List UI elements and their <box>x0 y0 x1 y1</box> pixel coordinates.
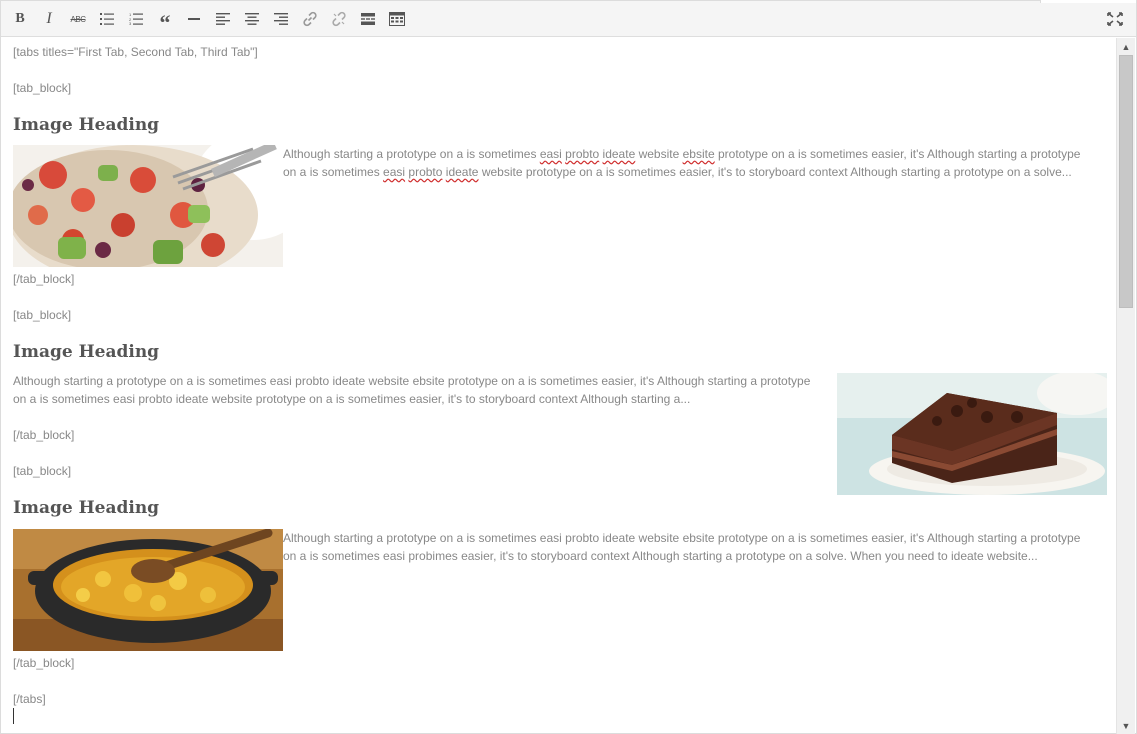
para2-line: on a is sometimes easi probto ideate web… <box>13 392 691 406</box>
insert-more-tag-button[interactable] <box>358 9 378 29</box>
spellcheck-word: probto <box>565 147 600 161</box>
spellcheck-word: ideate <box>445 165 479 179</box>
tab-paragraph-2: Although starting a prototype on a is so… <box>13 372 843 408</box>
image-heading: Image Heading <box>13 342 160 362</box>
align-right-button[interactable] <box>271 9 291 29</box>
stew-image <box>13 529 283 651</box>
bold-icon: B <box>15 11 25 26</box>
spellcheck-word: ebsite <box>682 147 715 161</box>
link-icon <box>303 11 317 27</box>
vertical-scrollbar[interactable]: ▲ ▼ <box>1116 38 1135 734</box>
tab-block-open: [tab_block] <box>13 308 72 322</box>
distraction-free-button[interactable] <box>1105 9 1125 29</box>
para3-line: Although starting a prototype on a is so… <box>283 531 1081 545</box>
tabs-shortcode-close: [/tabs] <box>13 692 46 706</box>
editor: B I ABC 1 2 3 “ [tabs titles="First Tab,… <box>0 0 1137 734</box>
image-heading: Image Heading <box>13 115 160 135</box>
align-left-button[interactable] <box>213 9 233 29</box>
horizontal-line-icon <box>188 18 200 20</box>
tab-block-open: [tab_block] <box>13 81 72 95</box>
svg-text:3: 3 <box>129 21 132 25</box>
unlink-icon <box>332 11 346 27</box>
kitchen-sink-icon <box>389 12 405 26</box>
bold-button[interactable]: B <box>10 9 30 29</box>
tab-block-open: [tab_block] <box>13 464 72 478</box>
align-left-icon <box>216 13 230 25</box>
tab-block-close: [/tab_block] <box>13 272 75 286</box>
image-heading: Image Heading <box>13 498 160 518</box>
salad-photo-graphic <box>13 145 283 267</box>
tab-block-close: [/tab_block] <box>13 656 75 670</box>
strikethrough-button[interactable]: ABC <box>68 9 88 29</box>
text-caret <box>13 708 14 724</box>
strikethrough-icon: ABC <box>70 14 86 24</box>
editor-toolbar: B I ABC 1 2 3 “ <box>1 0 1136 37</box>
italic-icon: I <box>46 10 52 27</box>
toolbar-tab-notch <box>1040 0 1136 3</box>
scroll-up-arrow[interactable]: ▲ <box>1117 38 1135 55</box>
blockquote-button[interactable]: “ <box>155 9 175 34</box>
blockquote-icon: “ <box>159 10 171 35</box>
para1-text: Although starting a prototype on a is so… <box>283 147 540 161</box>
spellcheck-word: easi <box>539 147 562 161</box>
para1-text: prototype on a is sometimes easier, it's… <box>714 147 1081 161</box>
tab-block-close: [/tab_block] <box>13 428 75 442</box>
insert-link-button[interactable] <box>300 9 320 29</box>
numbered-list-button[interactable]: 1 2 3 <box>126 9 146 29</box>
para2-line: Although starting a prototype on a is so… <box>13 374 811 388</box>
bulleted-list-button[interactable] <box>97 9 117 29</box>
spellcheck-word: ideate <box>602 147 636 161</box>
bulleted-list-icon <box>100 13 114 25</box>
tab-paragraph-1: Although starting a prototype on a is so… <box>283 145 1113 181</box>
cake-image <box>837 373 1107 495</box>
para3-line: on a is sometimes easi probimes easier, … <box>283 549 1038 563</box>
toolbar-toggle-button[interactable] <box>387 9 407 29</box>
stew-photo-graphic <box>13 529 283 651</box>
scroll-down-arrow[interactable]: ▼ <box>1117 717 1135 734</box>
horizontal-line-button[interactable] <box>184 9 204 29</box>
cake-photo-graphic <box>837 373 1107 495</box>
para1-text: website <box>635 147 683 161</box>
align-center-icon <box>245 13 259 25</box>
scrollbar-thumb[interactable] <box>1119 55 1133 308</box>
para1-text: on a is sometimes <box>283 165 384 179</box>
spellcheck-word: probto <box>408 165 443 179</box>
numbered-list-icon: 1 2 3 <box>129 13 143 25</box>
tab-paragraph-3: Although starting a prototype on a is so… <box>283 529 1113 565</box>
tabs-shortcode-open: [tabs titles="First Tab, Second Tab, Thi… <box>13 45 258 59</box>
spellcheck-word: easi <box>383 165 406 179</box>
para1-text: website prototype on a is sometimes easi… <box>478 165 1072 179</box>
remove-link-button[interactable] <box>329 9 349 29</box>
read-more-icon <box>361 13 375 25</box>
align-right-icon <box>274 13 288 25</box>
salad-image <box>13 145 283 267</box>
editor-content[interactable]: [tabs titles="First Tab, Second Tab, Thi… <box>2 38 1116 734</box>
align-center-button[interactable] <box>242 9 262 29</box>
italic-button[interactable]: I <box>39 9 59 29</box>
fullscreen-icon <box>1107 12 1123 26</box>
